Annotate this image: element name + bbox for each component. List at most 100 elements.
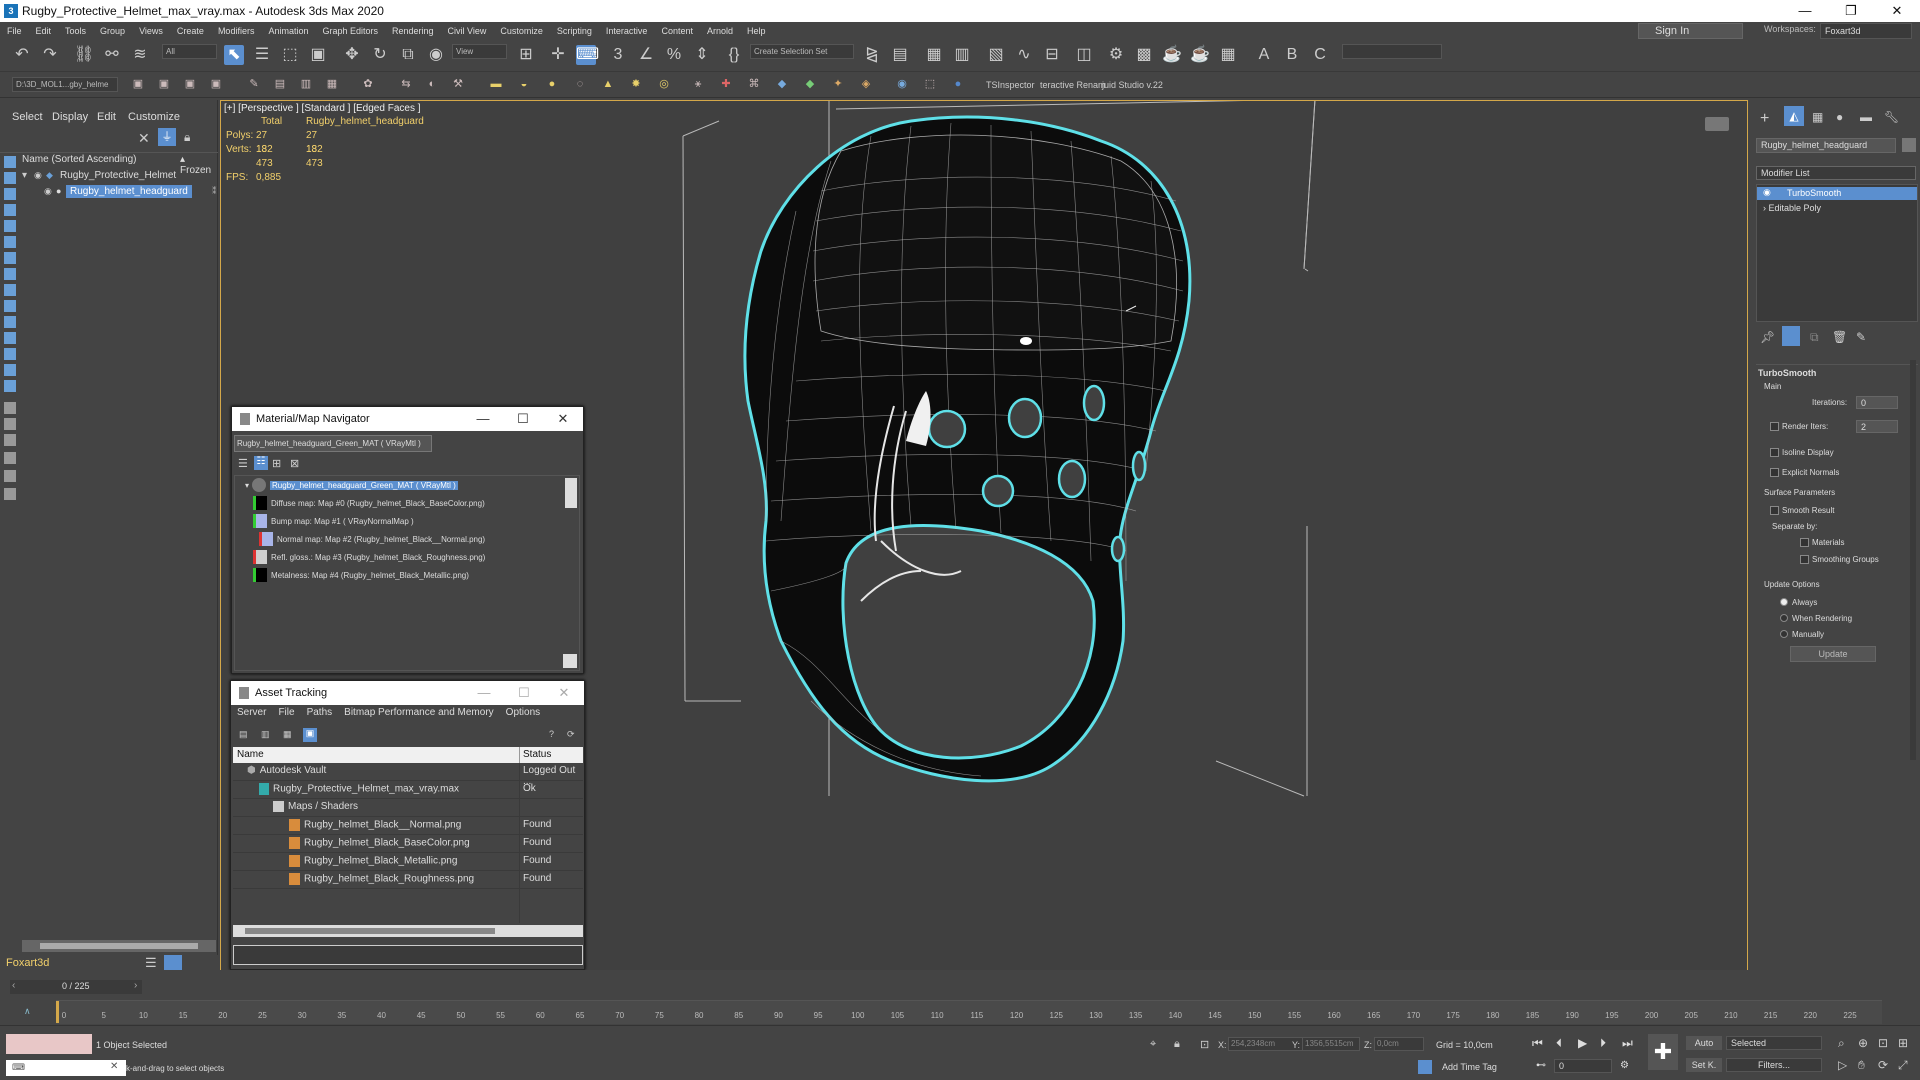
absolute-mode-icon[interactable]: ⊡	[1200, 1038, 1209, 1051]
script-close-icon[interactable]: ✕	[110, 1061, 118, 1072]
minimize-button[interactable]: —	[1782, 0, 1828, 22]
select-by-name-icon[interactable]: ☰	[252, 45, 272, 65]
display-hidden-icon[interactable]	[4, 332, 16, 344]
display-shapes-icon[interactable]	[4, 172, 16, 184]
material-navigator-titlebar[interactable]: Material/Map Navigator — ☐ ✕	[232, 407, 583, 431]
selection-lock-icon[interactable]: 🔒︎	[1174, 1038, 1180, 1051]
y-coord-field[interactable]: 1356,5515cm	[1302, 1037, 1360, 1051]
time-slider[interactable]: ‹ 0 / 225 ›	[10, 980, 142, 994]
make-unique-icon[interactable]: ⧉	[1810, 330, 1819, 345]
material-row-refl-gloss[interactable]: Refl. gloss.: Map #3 (Rugby_helmet_Black…	[253, 550, 485, 564]
align-icon[interactable]: ▤	[890, 45, 910, 65]
tool-icon-9[interactable]: ✿	[360, 76, 376, 92]
tool-icon-20[interactable]: ⚹	[690, 76, 706, 92]
curve-editor-mini-icon[interactable]: ∧	[24, 1006, 31, 1017]
display-containers-icon[interactable]	[4, 300, 16, 312]
tool-icon-12[interactable]: ⚒	[450, 76, 466, 92]
close-button[interactable]: ✕	[1874, 0, 1920, 22]
filter-funnel-icon[interactable]	[4, 452, 16, 464]
smoothing-groups-checkbox[interactable]	[1800, 555, 1809, 564]
selection-filter-combo[interactable]: All	[162, 44, 217, 59]
asset-row-vault[interactable]: ⬢ Autodesk Vault Logged Out ...	[233, 763, 583, 787]
edit-named-sets-icon[interactable]: {}	[724, 45, 744, 65]
arnold-a-icon[interactable]: A	[1254, 45, 1274, 65]
tool-icon-15[interactable]: ●	[544, 76, 560, 92]
selection-set-combo[interactable]: Create Selection Set	[750, 44, 854, 59]
display-none-icon[interactable]	[4, 364, 16, 376]
curve-editor-icon[interactable]: ▧	[986, 45, 1006, 65]
zoom-extents-all-icon[interactable]: ⊞	[1898, 1036, 1908, 1050]
object-color-swatch[interactable]	[1902, 138, 1916, 152]
tool-icon-16[interactable]: ◌	[572, 76, 588, 92]
asset-row-roughness[interactable]: Rugby_helmet_Black_Roughness.png Found	[233, 871, 583, 889]
tool-icon-4[interactable]: ▣	[208, 76, 224, 92]
display-all-icon[interactable]	[4, 348, 16, 360]
asset-close-button[interactable]: ✕	[544, 681, 584, 705]
asset-menu-server[interactable]: Server	[237, 707, 266, 718]
current-frame-field[interactable]: 0	[1554, 1059, 1612, 1073]
display-groups-icon[interactable]	[4, 252, 16, 264]
tool-icon-18[interactable]: ✸	[628, 76, 644, 92]
modify-tab-icon[interactable]: ◭	[1784, 106, 1804, 126]
key-mode-icon[interactable]: ⊷	[1536, 1060, 1546, 1071]
display-helpers-icon[interactable]	[4, 220, 16, 232]
view-list-icons-icon[interactable]: ☷	[254, 456, 268, 470]
tool-icon-28[interactable]: ⬚	[922, 76, 938, 92]
object-name-field[interactable]: Rugby_helmet_headguard	[1756, 138, 1896, 153]
layers-icon[interactable]	[4, 434, 16, 446]
material-row-normal[interactable]: Normal map: Map #2 (Rugby_helmet_Black__…	[259, 532, 485, 546]
tab-edit[interactable]: Edit	[97, 111, 116, 123]
unlink-icon[interactable]: ⚯	[102, 45, 122, 65]
asset-path-field[interactable]	[233, 945, 583, 965]
asset-row-metallic[interactable]: Rugby_helmet_Black_Metallic.png Found	[233, 853, 583, 871]
filter-icon[interactable]: ⏚	[158, 128, 176, 146]
tool-icon-25[interactable]: ✦	[830, 76, 846, 92]
asset-tool-1-icon[interactable]: ▤	[239, 729, 248, 740]
tool-icon-13[interactable]: ▬	[488, 76, 504, 92]
hierarchy-icon[interactable]	[4, 418, 16, 430]
stack-item-editable-poly[interactable]: › Editable Poly	[1763, 203, 1821, 213]
view-small-icons-icon[interactable]: ⊞	[272, 457, 281, 470]
rollout-title[interactable]: TurboSmooth	[1758, 368, 1816, 378]
slider-prev-icon[interactable]: ‹	[12, 980, 15, 991]
render-iters-checkbox[interactable]	[1770, 422, 1779, 431]
stack-item-turbosmooth[interactable]: TurboSmooth	[1757, 187, 1917, 200]
select-manipulate-icon[interactable]: ✛	[548, 45, 568, 65]
interactive-rename-button[interactable]: teractive Renam	[1040, 80, 1106, 90]
spinner-snap-icon[interactable]: ⇕	[692, 45, 712, 65]
pan-icon[interactable]: ✋︎	[1858, 1058, 1865, 1073]
material-root-row[interactable]: ▾ Rugby_helmet_headguard_Green_MAT ( VRa…	[245, 478, 458, 492]
navigator-scrollbar[interactable]	[565, 478, 577, 508]
tab-customize[interactable]: Customize	[128, 111, 180, 123]
tool-icon-1[interactable]: ▣	[130, 76, 146, 92]
asset-menu-options[interactable]: Options	[506, 707, 540, 718]
arnold-b-icon[interactable]: B	[1282, 45, 1302, 65]
undo-icon[interactable]: ↶	[12, 45, 32, 65]
workspace-dropdown[interactable]: Foxart3d	[1820, 23, 1912, 39]
current-frame-marker[interactable]	[56, 1001, 59, 1023]
frozen-state-icon[interactable]: ⁑	[212, 186, 217, 197]
asset-menu-bitmap[interactable]: Bitmap Performance and Memory	[344, 707, 494, 718]
material-editor-icon[interactable]: ◫	[1074, 45, 1094, 65]
menu-content[interactable]: Content	[654, 26, 700, 36]
render-setup-icon[interactable]: ⚙	[1106, 45, 1126, 65]
go-to-start-icon[interactable]: ⏮	[1532, 1036, 1543, 1051]
key-filters-button[interactable]: Filters...	[1726, 1058, 1822, 1072]
fov-icon[interactable]: ▷	[1838, 1058, 1847, 1072]
tool-icon-8[interactable]: ▦	[324, 76, 340, 92]
time-config-icon[interactable]: ⚙	[1620, 1060, 1629, 1071]
zoom-icon[interactable]: ⌕	[1838, 1036, 1845, 1051]
sign-in-dropdown[interactable]: Sign In	[1638, 23, 1743, 39]
track-bar[interactable]: 0 5 10 15 20 25 30 35 40 45 50 55 60 65 70 75 80 85 90 95 10…	[56, 1000, 1882, 1024]
menu-rendering[interactable]: Rendering	[385, 26, 441, 36]
tool-icon-24[interactable]: ◆	[802, 76, 818, 92]
tab-display[interactable]: Display	[52, 111, 88, 123]
keyboard-shortcut-icon[interactable]: ⌨	[576, 45, 599, 65]
tool-icon-29[interactable]: ●	[950, 76, 966, 92]
asset-menu-file[interactable]: File	[278, 707, 294, 718]
motion-tab-icon[interactable]: ●	[1836, 110, 1843, 124]
expand-toggle-icon[interactable]: ▾	[22, 170, 27, 181]
schematic-view-icon[interactable]: ⊟	[1042, 45, 1062, 65]
material-row-diffuse[interactable]: Diffuse map: Map #0 (Rugby_helmet_Black_…	[253, 496, 485, 510]
window-crossing-icon[interactable]: ▣	[308, 45, 328, 65]
